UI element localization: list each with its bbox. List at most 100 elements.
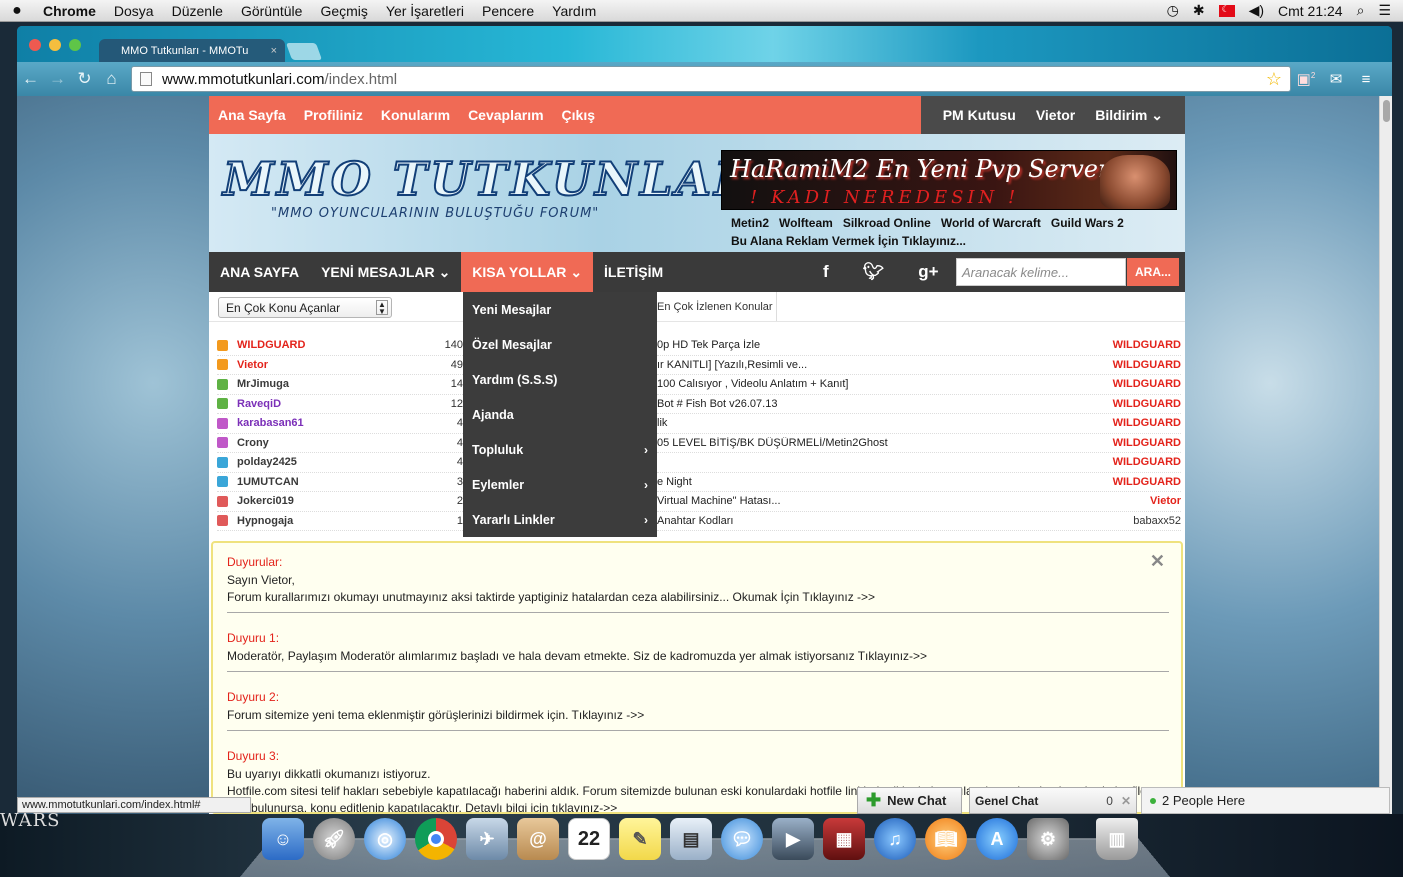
address-bar[interactable]: www.mmotutkunlari.com /index.html ☆ [131,66,1291,92]
close-icon[interactable]: ✕ [1150,551,1165,572]
topic-author[interactable]: WILDGUARD [1113,359,1181,371]
poster-name[interactable]: Vietor [237,359,423,371]
spotlight-icon[interactable]: ⌕ [1357,2,1365,19]
menu-clock[interactable]: Cmt 21:24 [1278,3,1343,19]
chrome-menu-icon[interactable]: ≡ [1351,71,1381,88]
volume-icon[interactable]: ◀) [1249,2,1264,19]
topic-author[interactable]: WILDGUARD [1113,417,1181,429]
site-logo[interactable]: MMO TUTKUNLARI [222,151,780,207]
poster-name[interactable]: MrJimuga [237,378,423,390]
ad-banner[interactable]: HaRamiM2 En Yeni Pvp Server. ! KADI NERE… [721,150,1177,210]
topic-author[interactable]: WILDGUARD [1113,339,1181,351]
ad-link-silkroad[interactable]: Silkroad Online [843,216,931,230]
minimize-window-button[interactable] [49,39,61,51]
topic-title[interactable]: 100 Calısıyor , Videolu Anlatım + Kanıt] [657,378,1113,390]
zoom-window-button[interactable] [69,39,81,51]
nav-cevaplarim[interactable]: Cevaplarım [459,107,552,123]
topic-title[interactable]: ır KANITLI] [Yazılı,Resimli ve... [657,359,1113,371]
chrome-icon[interactable] [415,818,457,860]
system-preferences-icon[interactable]: ⚙ [1027,818,1069,860]
page-scrollbar[interactable] [1379,96,1392,814]
menu-dosya[interactable]: Dosya [105,3,163,19]
nav-cikis[interactable]: Çıkış [553,107,604,123]
dropdown-item[interactable]: Ajanda [463,397,657,432]
topic-author[interactable]: WILDGUARD [1113,476,1181,488]
chat-people-tab[interactable]: 2 People Here [1141,787,1390,814]
menu-chrome[interactable]: Chrome [34,3,105,19]
notification-list-icon[interactable]: ☰ [1378,2,1391,19]
itunes-icon[interactable]: ♫ [874,818,916,860]
announcement-text[interactable]: Forum sitemize yeni tema eklenmiştir gör… [227,707,1169,724]
dropdown-item[interactable]: Topluluk › [463,432,657,467]
bluetooth-icon[interactable]: ✱ [1193,2,1205,19]
topic-title[interactable]: Virtual Machine" Hatası... [657,495,1150,507]
ad-link-guildwars[interactable]: Guild Wars 2 [1051,216,1124,230]
topic-author[interactable]: WILDGUARD [1113,398,1181,410]
dropdown-item[interactable]: Yardım (S.S.S) [463,362,657,397]
topic-title[interactable]: Anahtar Kodları [657,515,1133,527]
google-plus-icon[interactable]: g+ [918,262,938,282]
mainnav-kisa-yollar[interactable]: KISA YOLLAR ⌄ [461,252,594,292]
poster-name[interactable]: Hypnogaja [237,515,423,527]
menu-goruntule[interactable]: Görüntüle [232,3,311,19]
ad-link-wow[interactable]: World of Warcraft [941,216,1041,230]
close-icon[interactable]: ✕ [1121,794,1131,808]
gmail-extension-icon[interactable]: ✉ [1321,70,1351,88]
forward-icon[interactable]: → [44,69,71,89]
topic-title[interactable]: Bot # Fish Bot v26.07.13 [657,398,1113,410]
mainnav-iletisim[interactable]: İLETİŞİM [593,252,674,292]
announcement-text[interactable]: Moderatör, Paylaşım Moderatör alımlarımı… [227,648,1169,665]
facebook-icon[interactable]: f [823,262,829,282]
stats-select[interactable]: En Çok Konu Açanlar ▲ ▼ [218,297,392,318]
poster-name[interactable]: polday2425 [237,456,423,468]
mainnav-ana-sayfa[interactable]: ANA SAYFA [209,252,310,292]
nav-profiliniz[interactable]: Profiliniz [295,107,372,123]
preview-icon[interactable]: ▤ [670,818,712,860]
menu-pencere[interactable]: Pencere [473,3,543,19]
input-source-flag-icon[interactable] [1218,4,1235,17]
most-viewed-tab[interactable]: En Çok İzlenen Konular [657,301,773,313]
dropdown-item[interactable]: Yeni Mesajlar [463,292,657,327]
announcement-text[interactable]: Sayın Vietor, [227,572,1169,589]
bookmark-star-icon[interactable]: ☆ [1266,69,1282,90]
poster-name[interactable]: WILDGUARD [237,339,423,351]
safari-icon[interactable]: ◎ [364,818,406,860]
trash-icon[interactable]: ▥ [1096,818,1138,860]
ad-info-link[interactable]: Bu Alana Reklam Vermek İçin Tıklayınız..… [731,234,966,248]
calendar-icon[interactable]: 22 [568,818,610,860]
nav-username[interactable]: Vietor [1026,107,1085,123]
ad-link-wolfteam[interactable]: Wolfteam [779,216,833,230]
chat-room-tab[interactable]: Genel Chat 0 ✕ [969,787,1137,814]
apple-menu-icon[interactable]: ● [0,2,34,20]
poster-name[interactable]: Crony [237,437,423,449]
search-input[interactable]: Aranacak kelime... [956,258,1126,286]
dropdown-item[interactable]: Özel Mesajlar [463,327,657,362]
ibooks-icon[interactable]: 📖︎ [925,818,967,860]
mail-icon[interactable]: ✈ [466,818,508,860]
topic-title[interactable]: e Night [657,476,1113,488]
dropdown-item[interactable]: Eylemler › [463,467,657,502]
topic-title[interactable]: 05 LEVEL BİTİŞ/BK DÜŞÜRMELİ/Metin2Ghost [657,437,1113,449]
topic-author[interactable]: babaxx52 [1133,515,1181,527]
poster-name[interactable]: 1UMUTCAN [237,476,423,488]
ad-link-metin2[interactable]: Metin2 [731,216,769,230]
topic-author[interactable]: Vietor [1150,495,1181,507]
notes-icon[interactable]: ✎ [619,818,661,860]
close-window-button[interactable] [29,39,41,51]
topic-author[interactable]: WILDGUARD [1113,378,1181,390]
home-icon[interactable]: ⌂ [98,69,125,89]
announcement-text[interactable]: Forum kurallarımızı okumayı unutmayınız … [227,589,1169,606]
reload-icon[interactable]: ↻ [71,69,98,89]
mainnav-yeni-mesajlar[interactable]: YENİ MESAJLAR ⌄ [310,252,461,292]
back-icon[interactable]: ← [17,69,44,89]
scrollbar-thumb[interactable] [1383,100,1390,122]
dropdown-item[interactable]: Yararlı Linkler › [463,502,657,537]
new-tab-button[interactable] [285,43,323,60]
topic-title[interactable]: 0p HD Tek Parça İzle [657,339,1113,351]
menu-duzenle[interactable]: Düzenle [163,3,232,19]
extension-badge-icon[interactable]: ▣2 [1291,70,1321,88]
nav-pm-kutusu[interactable]: PM Kutusu [933,107,1026,123]
topic-author[interactable]: WILDGUARD [1113,437,1181,449]
menu-yardim[interactable]: Yardım [543,3,605,19]
poster-name[interactable]: karabasan61 [237,417,423,429]
